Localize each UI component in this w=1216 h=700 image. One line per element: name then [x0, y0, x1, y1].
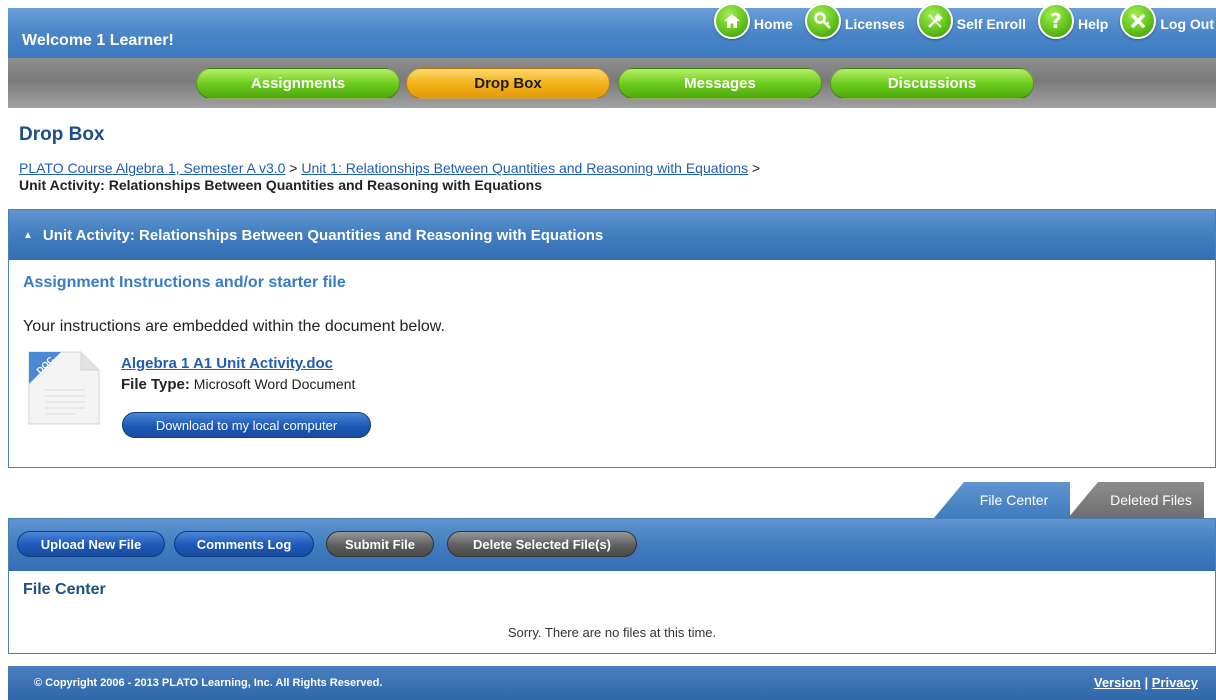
breadcrumb-separator: >: [285, 160, 302, 176]
breadcrumb: PLATO Course Algebra 1, Semester A v3.0 …: [19, 160, 760, 194]
welcome-message: Welcome 1 Learner!: [22, 32, 174, 49]
breadcrumb-course-link[interactable]: PLATO Course Algebra 1, Semester A v3.0: [19, 160, 285, 176]
main-tab-bar: Assignments Drop Box Messages Discussion…: [8, 58, 1216, 108]
instructions-heading: Assignment Instructions and/or starter f…: [23, 274, 346, 291]
download-button[interactable]: Download to my local computer: [122, 412, 371, 438]
file-center-toolbar: Upload New File Comments Log Submit File…: [9, 519, 1215, 571]
nav-log-out-label: Log Out: [1160, 16, 1214, 32]
unit-activity-header[interactable]: ▲ Unit Activity: Relationships Between Q…: [9, 210, 1215, 260]
tab-file-center[interactable]: File Center: [934, 482, 1070, 518]
file-type-label: File Type:: [121, 376, 190, 393]
wrench-icon: [916, 3, 953, 39]
file-name-link[interactable]: Algebra 1 A1 Unit Activity.doc: [121, 355, 333, 372]
copyright-text: © Copyright 2006 - 2013 PLATO Learning, …: [34, 677, 383, 689]
tab-deleted-files[interactable]: Deleted Files: [1068, 482, 1204, 518]
submit-file-button[interactable]: Submit File: [326, 531, 434, 557]
nav-help-label: Help: [1078, 16, 1109, 32]
collapse-caret-icon[interactable]: ▲: [23, 230, 33, 241]
delete-selected-files-button[interactable]: Delete Selected File(s): [447, 531, 637, 557]
word-document-icon: DOC: [28, 351, 100, 425]
file-type-value: Microsoft Word Document: [193, 376, 356, 392]
nav-licenses-label: Licenses: [844, 16, 905, 32]
file-center-heading: File Center: [23, 581, 106, 598]
tab-drop-box[interactable]: Drop Box: [406, 68, 610, 99]
close-icon: [1120, 3, 1157, 39]
top-header: Welcome 1 Learner! Home Licenses Self En…: [8, 3, 1216, 58]
nav-home-label: Home: [753, 16, 793, 32]
footer: © Copyright 2006 - 2013 PLATO Learning, …: [8, 666, 1216, 700]
nav-home[interactable]: Home: [713, 3, 795, 39]
page-title: Drop Box: [19, 124, 105, 145]
nav-help[interactable]: ? Help: [1038, 3, 1110, 39]
nav-self-enroll-label: Self Enroll: [956, 16, 1026, 32]
footer-links: Version | Privacy: [1094, 675, 1198, 690]
tab-messages[interactable]: Messages: [618, 68, 822, 99]
privacy-link[interactable]: Privacy: [1152, 675, 1198, 690]
nav-log-out[interactable]: Log Out: [1120, 3, 1216, 39]
file-center-panel: Upload New File Comments Log Submit File…: [8, 518, 1216, 654]
unit-activity-panel: ▲ Unit Activity: Relationships Between Q…: [8, 209, 1216, 468]
nav-licenses[interactable]: Licenses: [804, 3, 907, 39]
breadcrumb-separator: >: [748, 160, 761, 176]
unit-activity-title: Unit Activity: Relationships Between Qua…: [42, 226, 604, 244]
tab-assignments[interactable]: Assignments: [196, 68, 400, 99]
home-icon: [713, 3, 750, 39]
empty-files-message: Sorry. There are no files at this time.: [507, 625, 717, 640]
nav-self-enroll[interactable]: Self Enroll: [916, 3, 1028, 39]
upload-new-file-button[interactable]: Upload New File: [17, 531, 165, 557]
breadcrumb-unit-link[interactable]: Unit 1: Relationships Between Quantities…: [301, 160, 748, 176]
tab-discussions[interactable]: Discussions: [830, 68, 1034, 99]
comments-log-button[interactable]: Comments Log: [174, 531, 314, 557]
file-type: File Type: Microsoft Word Document: [121, 376, 355, 393]
version-link[interactable]: Version: [1094, 675, 1141, 690]
top-nav: Home Licenses Self Enroll ? Help Log Out: [704, 3, 1216, 40]
key-icon: [804, 3, 841, 39]
breadcrumb-current: Unit Activity: Relationships Between Qua…: [19, 177, 542, 193]
instructions-text: Your instructions are embedded within th…: [23, 318, 445, 335]
footer-separator: |: [1144, 675, 1149, 690]
question-icon: ?: [1038, 3, 1074, 39]
